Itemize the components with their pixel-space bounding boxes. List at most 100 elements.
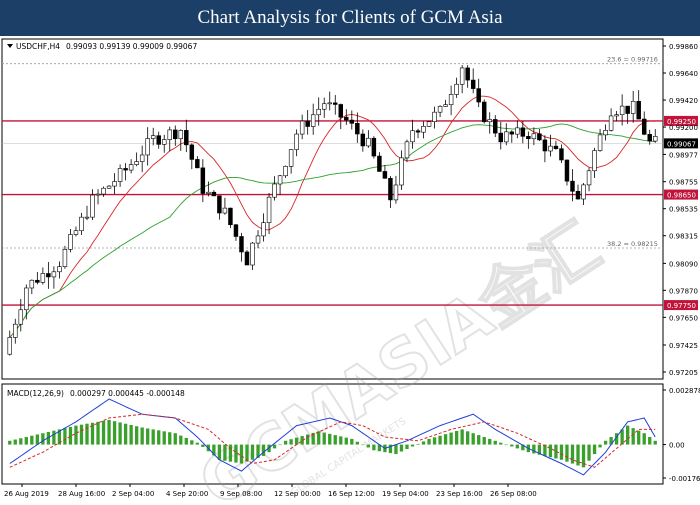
macd-histogram-bar (151, 429, 155, 445)
candle-body (261, 222, 266, 237)
macd-histogram-bar (278, 444, 282, 446)
candle-body (630, 101, 636, 114)
macd-histogram-bar (642, 433, 646, 445)
candle-body (515, 127, 520, 135)
macd-histogram-bar (24, 436, 28, 445)
candle-body (90, 194, 95, 218)
candle-body (592, 150, 597, 172)
candle-body (233, 224, 239, 237)
macd-histogram-bar (416, 443, 420, 445)
macd-histogram-bar (30, 435, 34, 445)
candle-body (470, 79, 476, 89)
x-tick-label: 9 Sep 08:00 (220, 490, 262, 498)
macd-histogram-bar (626, 425, 630, 445)
x-tick-label: 4 Sep 20:00 (166, 490, 208, 498)
candle-body (426, 121, 432, 127)
price-chart[interactable]: GCMASIA金汇 GLOBAL CAPITAL MARKETS 23.6 = … (0, 36, 700, 505)
candle-body (586, 170, 592, 186)
candle-body (377, 155, 382, 172)
price-panel-border (1, 38, 664, 380)
ohlc-readout: 0.99093 0.99139 0.99009 0.99067 (66, 42, 197, 51)
candle-body (57, 266, 62, 273)
macd-histogram-bar (123, 423, 128, 445)
macd-histogram-bar (548, 444, 553, 458)
candle-body (581, 184, 586, 200)
macd-histogram-bar (294, 437, 299, 445)
macd-histogram-bar (52, 430, 56, 445)
candle-body (35, 279, 40, 283)
candle-body (537, 133, 542, 141)
x-tick-label: 23 Sep 16:00 (436, 490, 483, 498)
macd-histogram-bar (101, 420, 106, 445)
macd-histogram-bar (107, 419, 111, 445)
macd-histogram-bar (96, 421, 100, 445)
candle-body (564, 159, 570, 182)
candle-body (7, 337, 12, 355)
macd-histogram-bar (361, 444, 365, 446)
candle-body (117, 168, 123, 182)
candle-body (597, 134, 603, 151)
macd-histogram-bar (239, 444, 244, 464)
y-tick-label: 0.97425 (669, 342, 698, 350)
candle-body (62, 249, 68, 267)
candle-body (128, 164, 134, 171)
macd-histogram-bar (559, 444, 564, 460)
macd-histogram-bar (195, 442, 199, 445)
macd-histogram-bar (510, 444, 514, 447)
macd-histogram-bar (140, 427, 144, 445)
macd-histogram-bar (587, 444, 591, 461)
candle-body (349, 119, 355, 124)
macd-histogram-bar (289, 439, 293, 445)
macd-histogram-bar (68, 426, 73, 445)
candle-body (404, 141, 410, 159)
candle-body (139, 154, 145, 162)
macd-histogram-bar (471, 433, 475, 445)
candle-body (156, 135, 161, 145)
candle-body (338, 104, 344, 118)
macd-histogram-bar (13, 439, 17, 445)
candle-body (454, 83, 459, 95)
x-tick-label: 28 Aug 16:00 (58, 490, 105, 498)
macd-histogram-bar (118, 422, 122, 445)
candle-body (608, 115, 614, 131)
candle-body (614, 114, 619, 117)
macd-histogram-bar (438, 435, 442, 445)
x-tick-label: 2 Sep 04:00 (112, 490, 154, 498)
candle-body (29, 279, 35, 289)
macd-histogram-bar (653, 440, 657, 445)
macd-histogram-bar (328, 433, 332, 445)
candle-body (443, 104, 448, 107)
candle-body (559, 148, 564, 161)
y-tick-label: 0.97870 (669, 287, 698, 295)
candle-body (476, 88, 481, 103)
candle-body (636, 101, 641, 120)
macd-histogram-bar (443, 434, 448, 445)
macd-histogram-bar (372, 444, 376, 451)
candle-body (327, 102, 332, 105)
candle-body (310, 114, 316, 127)
candle-body (570, 180, 575, 192)
macd-histogram-bar (272, 444, 277, 449)
macd-histogram-bar (565, 444, 569, 462)
candle-body (51, 271, 57, 278)
macd-histogram-bar (631, 428, 635, 445)
candle-body (24, 287, 29, 311)
fib-level-label: 23.6 = 0.99716 (607, 56, 658, 64)
candle-body (173, 129, 178, 140)
candle-body (18, 309, 24, 325)
candle-body (493, 119, 498, 134)
candle-body (73, 230, 79, 235)
candle-body (382, 171, 388, 179)
macd-histogram-bar (399, 444, 404, 452)
macd-y-tick-label: 0.002878 (669, 387, 700, 395)
candle-body (432, 111, 437, 122)
macd-histogram-bar (168, 432, 172, 445)
macd-histogram-bar (598, 444, 602, 448)
macd-histogram-bar (592, 444, 597, 455)
macd-histogram-bar (432, 437, 437, 445)
macd-histogram-bar (19, 438, 23, 445)
macd-histogram-bar (79, 424, 84, 445)
candle-body (217, 195, 222, 214)
candle-body (189, 144, 195, 160)
candle-body (548, 145, 553, 152)
